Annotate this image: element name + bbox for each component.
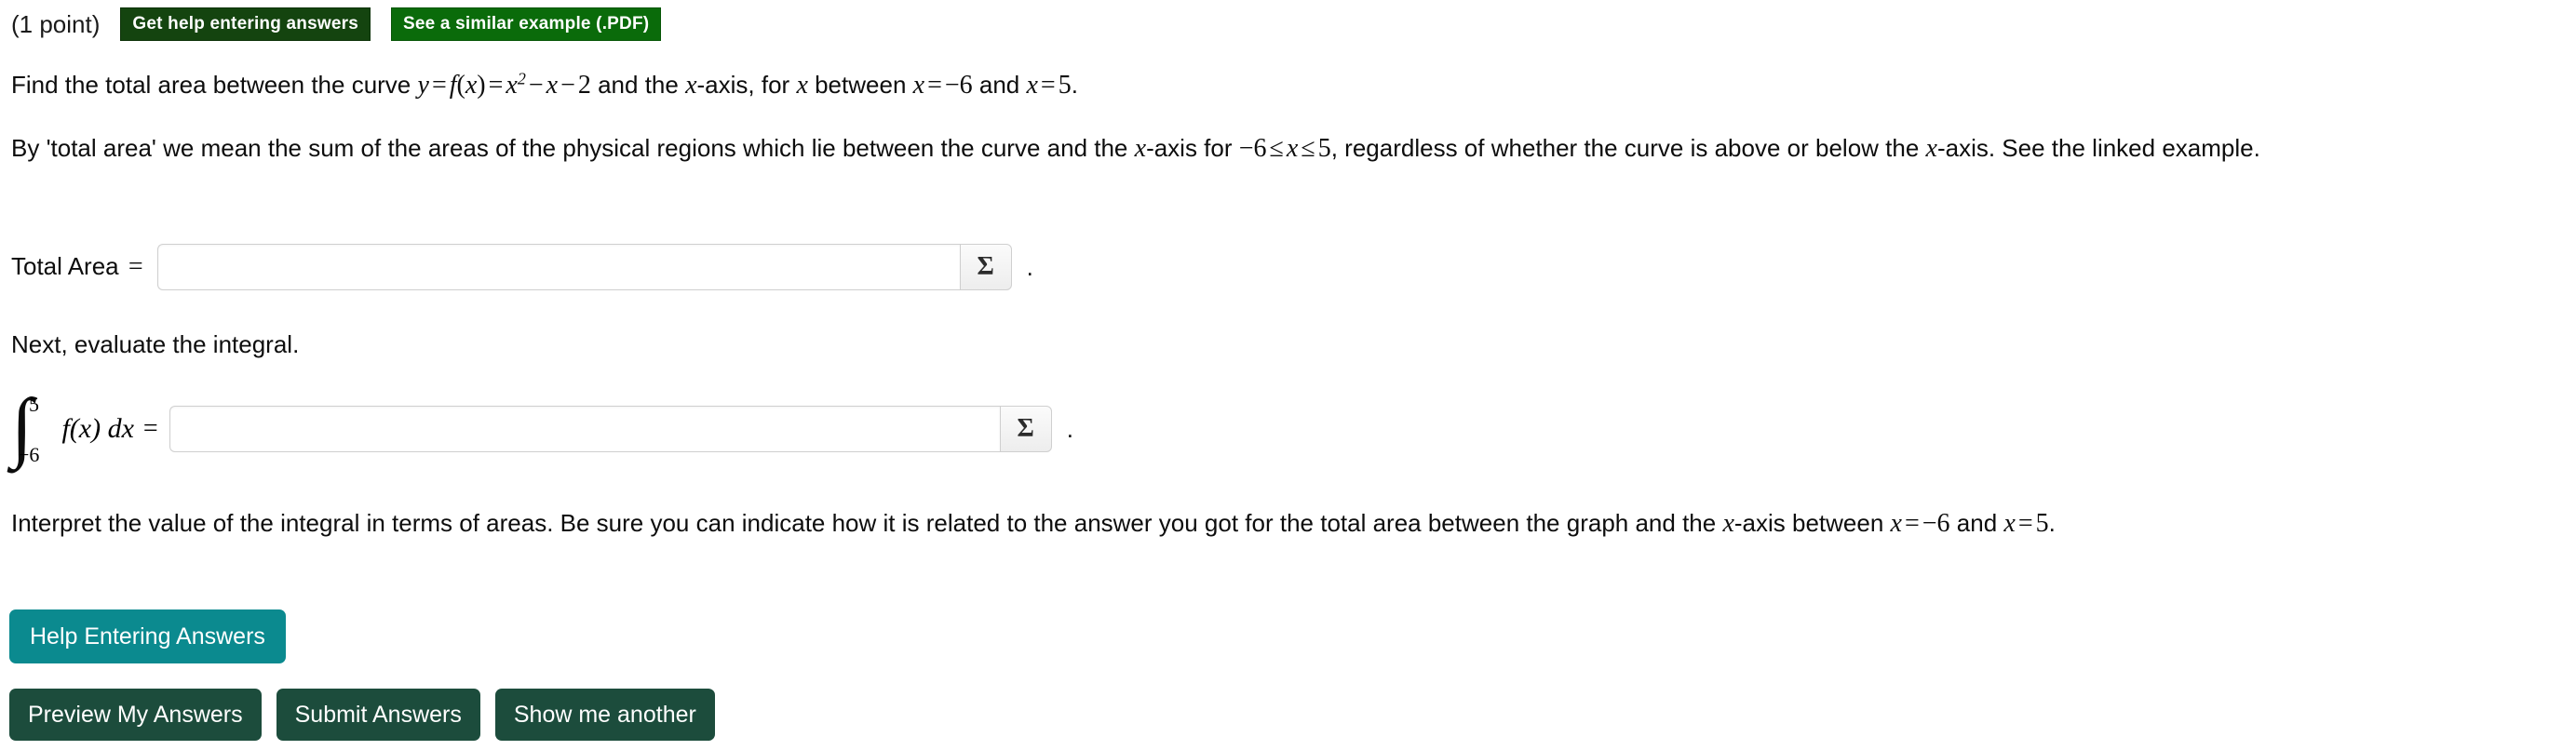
integral-trailing-period: .	[1066, 414, 1073, 443]
integral-input-group: Σ	[169, 406, 1052, 452]
show-me-another-button[interactable]: Show me another	[494, 689, 715, 741]
math-y: y	[417, 71, 429, 100]
math-x-arg: x	[465, 71, 478, 100]
minus-1: −	[528, 71, 544, 100]
value-5: 5	[1058, 71, 1072, 100]
line2-mid1: -axis for	[1146, 134, 1239, 162]
integral-answer-row: ∫ 5 −6 f(x) dx = Σ .	[11, 387, 1073, 469]
equals-2: =	[488, 71, 504, 100]
line1-mid2: -axis, for	[696, 71, 797, 99]
line1-pre: Find the total area between the curve	[11, 71, 418, 99]
total-area-trailing-period: .	[1026, 252, 1033, 281]
interpretation-text: Interpret the value of the integral in t…	[11, 505, 2056, 543]
ineq-neg-6: −6	[1238, 134, 1267, 163]
interpret-5: 5	[2035, 509, 2049, 538]
submission-button-row: Preview My Answers Submit Answers Show m…	[9, 689, 715, 741]
line1-mid: and the	[590, 71, 686, 99]
math-x-axis-3: x	[1925, 134, 1937, 163]
line1-period: .	[1071, 71, 1078, 99]
equals-4: =	[1040, 71, 1056, 100]
constant-2: 2	[577, 71, 591, 100]
problem-header: (1 point) Get help entering answers See …	[11, 7, 662, 41]
interpret-mid1: -axis between	[1733, 509, 1891, 537]
sigma-icon[interactable]: Σ	[959, 244, 1012, 290]
interpret-pre: Interpret the value of the integral in t…	[11, 509, 1723, 537]
math-x-axis-1: x	[685, 71, 697, 100]
minus-2: −	[560, 71, 575, 100]
equals-3: =	[927, 71, 942, 100]
total-area-input-group: Σ	[156, 244, 1012, 290]
total-area-input[interactable]	[156, 244, 960, 290]
see-similar-example-pdf-badge[interactable]: See a similar example (.PDF)	[390, 7, 662, 41]
math-x-between: x	[796, 71, 808, 100]
total-area-label: Total Area =	[11, 252, 146, 282]
interpret-equals-1: =	[1904, 509, 1920, 538]
problem-statement-line-1: Find the total area between the curve y =…	[11, 67, 1078, 105]
line2-tail: -axis. See the linked example.	[1936, 134, 2260, 162]
interpret-mid2: and	[1949, 509, 2004, 537]
total-area-label-text: Total Area	[11, 252, 119, 280]
integral-equals: =	[142, 414, 158, 443]
interpret-math-x-axis: x	[1722, 509, 1734, 538]
less-equal-2: ≤	[1301, 134, 1315, 163]
line2-mid2: , regardless of whether the curve is abo…	[1330, 134, 1926, 162]
math-x-upper: x	[1026, 71, 1038, 100]
ineq-5: 5	[1317, 134, 1331, 163]
integral-symbol-with-limits: ∫ 5 −6	[11, 387, 48, 469]
math-x-axis-2: x	[1134, 134, 1147, 163]
problem-page: (1 point) Get help entering answers See …	[0, 0, 2576, 750]
total-area-answer-row: Total Area = Σ .	[11, 244, 1033, 290]
integral-expression: ∫ 5 −6 f(x) dx =	[11, 387, 158, 469]
interpret-math-x-upper: x	[2003, 509, 2016, 538]
points-label: (1 point)	[11, 10, 101, 38]
interpret-math-x-lower: x	[1890, 509, 1902, 538]
paren-close: )	[477, 71, 486, 100]
line1-mid4: and	[972, 71, 1027, 99]
interpret-neg-6: −6	[1922, 509, 1950, 538]
line1-mid3: between	[807, 71, 913, 99]
integrand: f(x) dx	[61, 413, 134, 444]
paren-open: (	[456, 71, 465, 100]
math-x-lower: x	[912, 71, 925, 100]
line2-pre: By 'total area' we mean the sum of the a…	[11, 134, 1135, 162]
math-f: f	[449, 71, 457, 100]
interpret-period: .	[2048, 509, 2056, 537]
total-area-equals: =	[128, 252, 143, 281]
preview-my-answers-button[interactable]: Preview My Answers	[9, 689, 262, 741]
submit-answers-button[interactable]: Submit Answers	[276, 689, 480, 741]
math-x-ineq: x	[1286, 134, 1299, 163]
problem-statement-line-2: By 'total area' we mean the sum of the a…	[11, 130, 2394, 168]
interpret-equals-2: =	[2017, 509, 2033, 538]
sigma-icon[interactable]: Σ	[999, 406, 1052, 452]
equals-1: =	[431, 71, 447, 100]
integral-input[interactable]	[169, 406, 1000, 452]
next-instruction-text: Next, evaluate the integral.	[11, 330, 300, 358]
help-entering-answers-button[interactable]: Help Entering Answers	[9, 609, 286, 663]
math-x-linear: x	[546, 71, 559, 100]
math-x-squared-base: x	[506, 71, 518, 100]
integral-upper-limit: 5	[29, 393, 40, 416]
less-equal-1: ≤	[1269, 134, 1284, 163]
value-neg-6: −6	[944, 71, 973, 100]
get-help-entering-answers-badge[interactable]: Get help entering answers	[120, 7, 371, 41]
exponent-2: 2	[517, 69, 526, 88]
integral-lower-limit: −6	[18, 443, 40, 466]
